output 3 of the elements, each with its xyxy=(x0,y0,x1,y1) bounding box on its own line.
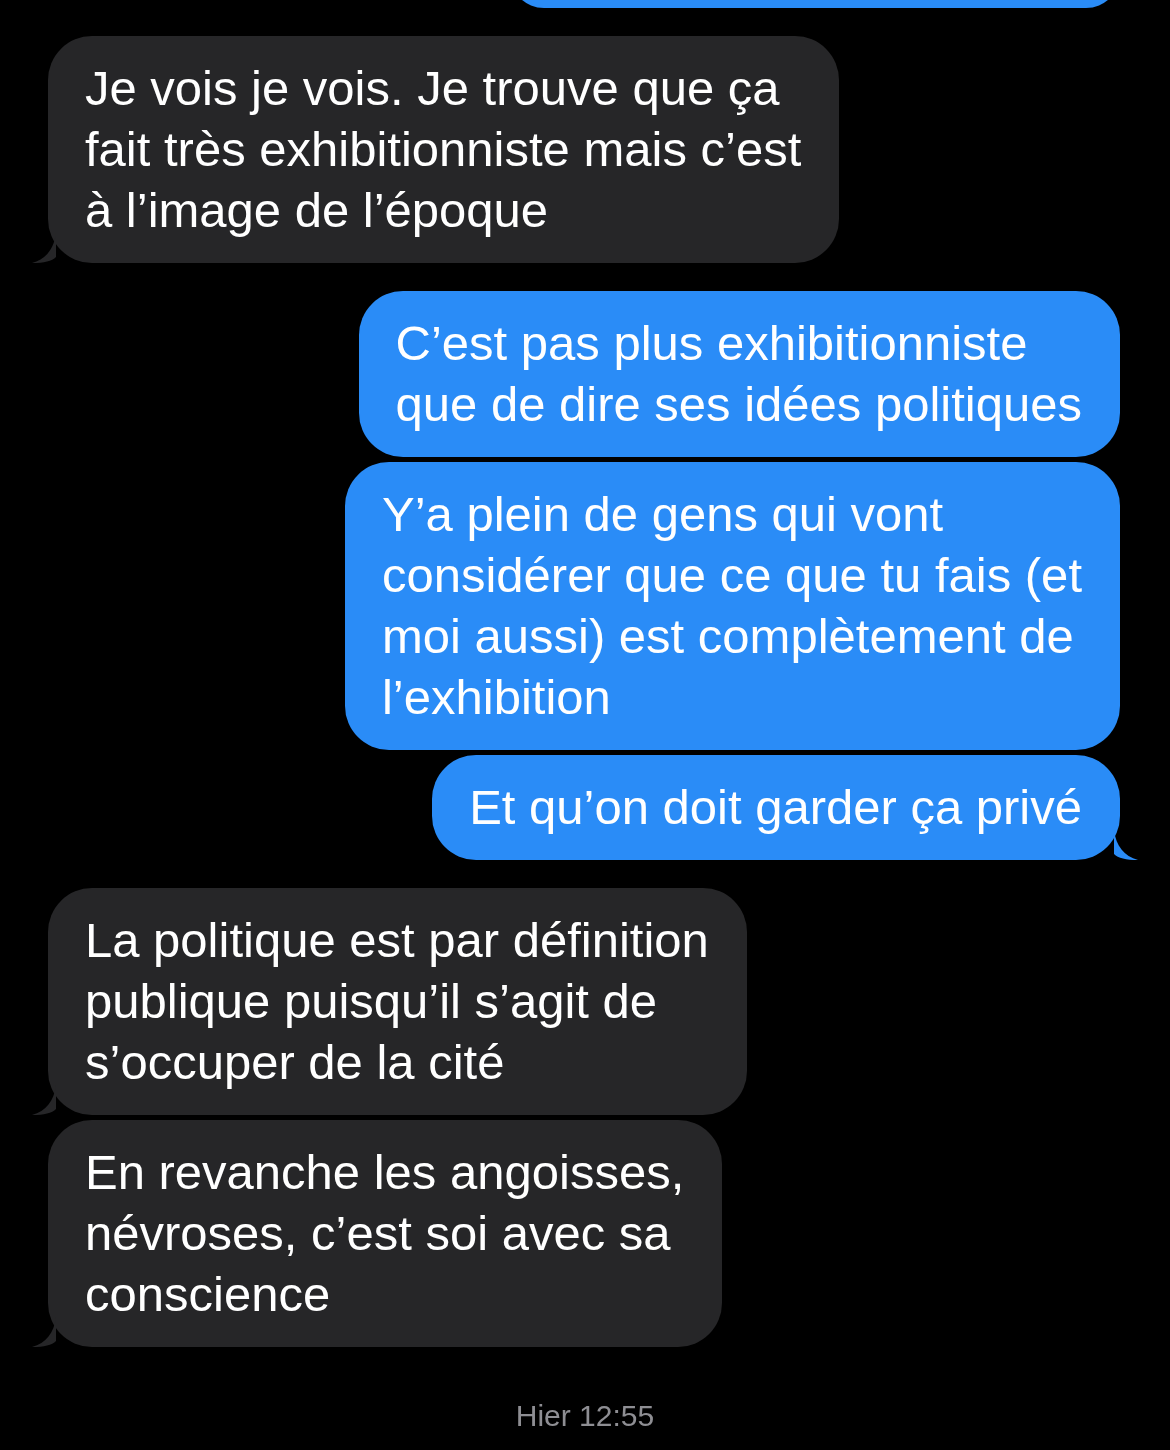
message-bubble: Y’a plein de gens qui vont considérer que ce que tu fais (et moi aussi) est complètement de l’exhibition xyxy=(344,462,1120,750)
timestamp: Hier 12:55 xyxy=(515,1399,655,1433)
message-bubble: C’est pas plus exhibitionniste que de dire ses idées politiques xyxy=(358,291,1120,457)
